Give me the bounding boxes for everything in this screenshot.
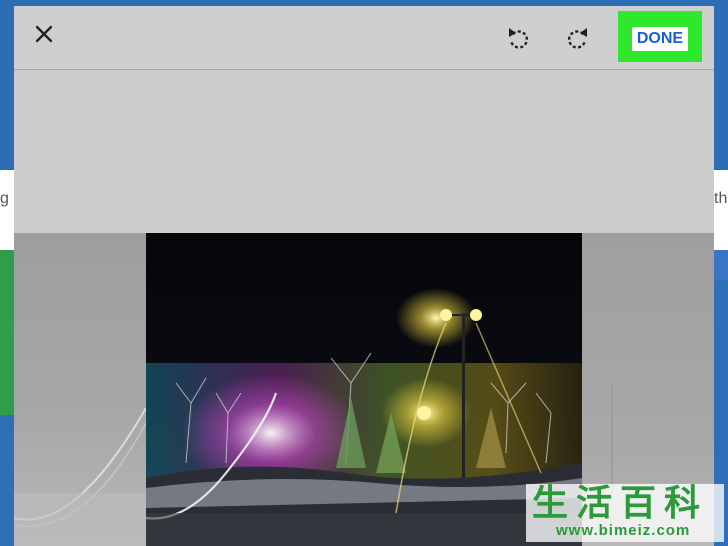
watermark-url: www.bimeiz.com: [556, 522, 691, 539]
watermark-logo-text: 生活百科: [532, 483, 709, 524]
rotate-left-icon: [509, 28, 528, 49]
previous-photo-preview[interactable]: [14, 233, 147, 546]
editor-empty-area: [14, 70, 714, 233]
done-button[interactable]: DONE: [632, 27, 688, 51]
photo-canvas[interactable]: [145, 233, 582, 546]
rotate-right-icon: [568, 28, 587, 49]
background-peek-text-right: th: [714, 190, 728, 207]
close-button[interactable]: [30, 20, 58, 48]
watermark: 生活百科 www.bimeiz.com: [526, 484, 724, 542]
photo-night-park: [145, 233, 582, 546]
rotate-right-button[interactable]: [562, 24, 592, 54]
rotate-left-button[interactable]: [504, 24, 534, 54]
close-icon: [35, 25, 53, 43]
photo-editor-panel: DONE: [14, 6, 714, 546]
editor-toolbar: DONE: [14, 6, 714, 70]
done-highlight: DONE: [618, 11, 702, 62]
background-peek-text-left: g: [0, 190, 9, 207]
previous-photo-graphic: [14, 407, 147, 546]
